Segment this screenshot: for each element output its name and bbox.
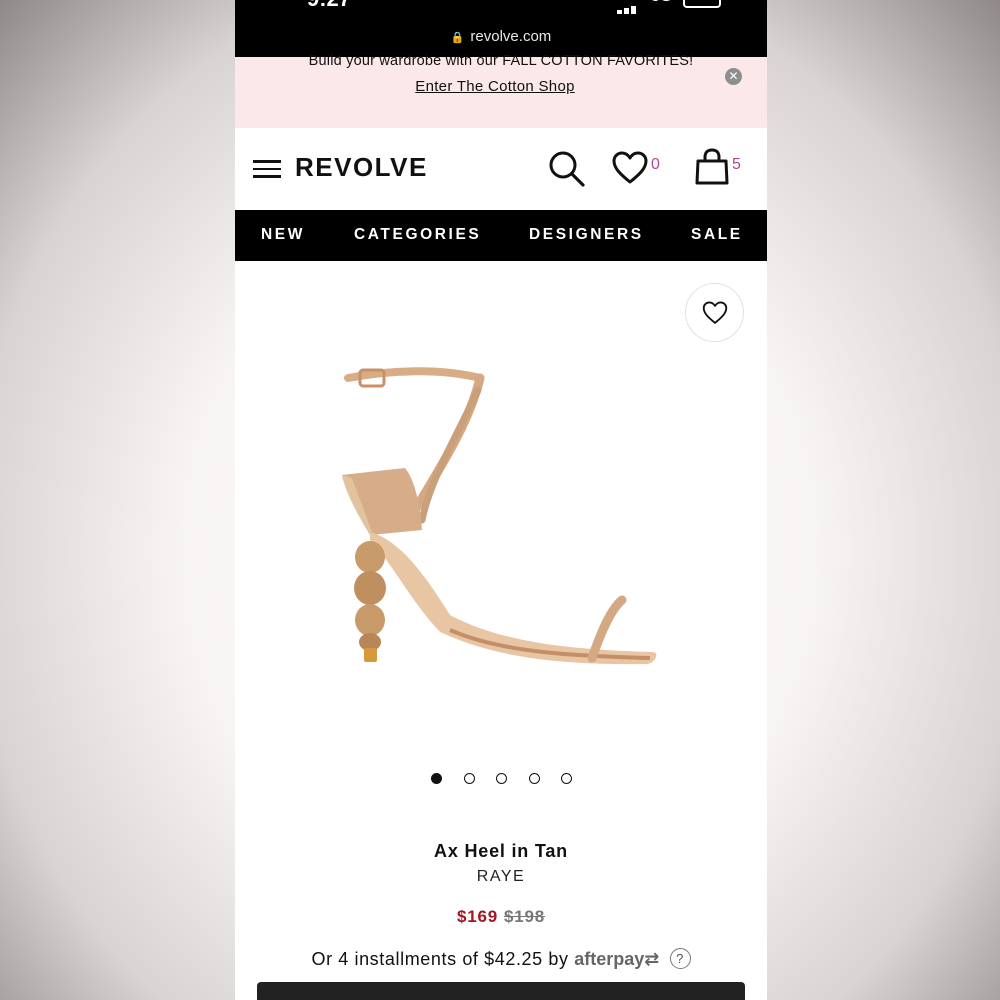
nav-item-sale[interactable]: SALE — [691, 226, 743, 244]
main-nav: NEW CATEGORIES DESIGNERS SALE — [235, 210, 767, 261]
network-type: 5G — [651, 0, 672, 6]
nav-item-categories[interactable]: CATEGORIES — [354, 226, 481, 244]
carousel-dots — [235, 773, 767, 787]
carousel-dot[interactable] — [496, 773, 507, 784]
afterpay-message: Or 4 installments of $42.25 by afterpay⇄… — [235, 948, 767, 970]
url-text: revolve.com — [470, 28, 552, 45]
nav-item-new[interactable]: NEW — [261, 226, 305, 244]
carousel-dot[interactable] — [561, 773, 572, 784]
heart-outline-icon — [702, 301, 728, 324]
search-icon[interactable] — [548, 150, 586, 188]
afterpay-logo: afterpay — [574, 949, 645, 969]
price-block: $169 $198 — [235, 907, 767, 927]
help-icon[interactable]: ? — [669, 948, 691, 969]
original-price: $198 — [504, 907, 546, 926]
close-icon[interactable]: ✕ — [725, 68, 742, 85]
carousel-dot[interactable] — [464, 773, 475, 784]
installment-text: Or 4 installments of $42.25 by — [311, 949, 569, 969]
afterpay-arrows-icon: ⇄ — [644, 949, 660, 969]
add-to-bag-button[interactable] — [257, 982, 745, 1000]
promo-banner: Build your wardrobe with our FALL COTTON… — [235, 53, 767, 128]
add-to-favorites-button[interactable] — [685, 283, 744, 342]
phone-screen: 9:27 5G 🔒 revolve.com Build your wardrobe… — [235, 0, 767, 1000]
shopping-bag-icon[interactable] — [694, 148, 730, 186]
address-bar[interactable]: 🔒 revolve.com — [235, 28, 767, 45]
bag-count: 5 — [732, 156, 741, 173]
sale-price: $169 — [456, 907, 498, 926]
battery-icon — [683, 0, 721, 8]
wishlist-heart-icon[interactable] — [612, 151, 648, 185]
site-header: REVOLVE 0 5 — [235, 128, 767, 210]
promo-text: Build your wardrobe with our FALL COTTON… — [308, 53, 694, 69]
clock: 9:27 — [307, 0, 351, 12]
promo-link[interactable]: Enter The Cotton Shop — [235, 78, 755, 95]
product-brand[interactable]: RAYE — [235, 868, 767, 886]
carousel-dot[interactable] — [529, 773, 540, 784]
nav-item-designers[interactable]: DESIGNERS — [529, 226, 644, 244]
signal-icon — [617, 0, 643, 14]
lock-icon: 🔒 — [450, 32, 465, 44]
site-logo[interactable]: REVOLVE — [295, 152, 428, 183]
wishlist-count: 0 — [651, 156, 660, 173]
carousel-dot[interactable] — [431, 773, 442, 784]
menu-icon[interactable] — [253, 160, 281, 178]
product-name: Ax Heel in Tan — [434, 841, 568, 861]
product-image[interactable] — [330, 360, 670, 680]
status-bar: 9:27 5G 🔒 revolve.com — [235, 0, 767, 57]
